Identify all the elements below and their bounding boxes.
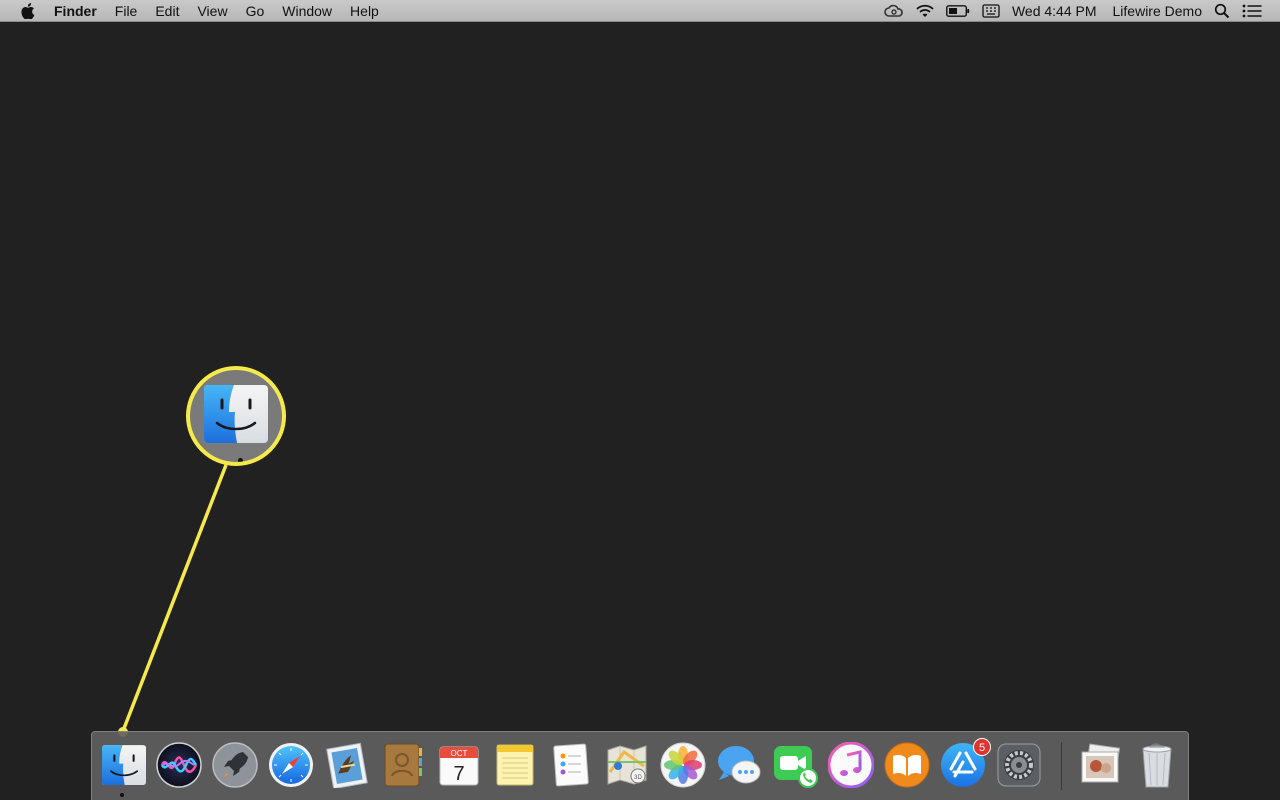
svg-text:3D: 3D (634, 775, 642, 781)
calendar-icon: OCT 7 (439, 746, 479, 786)
dock-safari[interactable] (267, 741, 315, 789)
dock-preview[interactable] (1077, 741, 1125, 789)
photos-flower-icon (660, 742, 706, 788)
dock-ibooks[interactable] (883, 741, 931, 789)
dock-maps[interactable]: 3D (603, 741, 651, 789)
dock-facetime[interactable] (771, 741, 819, 789)
running-indicator (120, 793, 124, 797)
dock: OCT 7 3D 5 (91, 731, 1189, 800)
maps-icon: 3D (607, 745, 647, 785)
dock-photos[interactable] (659, 741, 707, 789)
dock-app-store[interactable]: 5 (939, 738, 991, 789)
messages-bubble-icon (718, 746, 761, 784)
dock-mail[interactable] (323, 741, 371, 789)
dock-itunes[interactable] (827, 741, 875, 789)
running-indicator (238, 458, 243, 462)
facetime-camera-icon (774, 746, 818, 788)
calendar-day: 7 (453, 763, 464, 785)
itunes-music-note-icon (828, 742, 874, 788)
app-store-update-badge: 5 (973, 738, 991, 756)
mail-stamp-icon (326, 742, 368, 788)
notes-icon (496, 744, 534, 786)
trash-can-icon (1142, 743, 1172, 788)
finder-zoom-callout (186, 366, 286, 466)
dock-finder[interactable] (100, 741, 148, 797)
gear-icon (997, 743, 1041, 787)
dock-notes[interactable] (491, 741, 539, 789)
contacts-book-icon (384, 743, 422, 787)
dock-launchpad[interactable] (211, 741, 259, 789)
dock-system-preferences[interactable] (995, 741, 1043, 789)
ibooks-icon (884, 742, 930, 788)
dock-separator (1061, 742, 1062, 790)
calendar-month: OCT (451, 749, 468, 758)
reminders-icon (553, 743, 589, 787)
dock-reminders[interactable] (547, 741, 595, 789)
finder-icon (102, 745, 146, 785)
dock-messages[interactable] (715, 741, 763, 789)
siri-icon (156, 742, 202, 788)
dock-siri[interactable] (155, 741, 203, 789)
preview-photos-icon (1081, 743, 1121, 783)
dock-trash[interactable] (1133, 741, 1181, 789)
launchpad-rocket-icon (212, 742, 258, 788)
dock-contacts[interactable] (379, 741, 427, 789)
dock-calendar[interactable]: OCT 7 (435, 741, 483, 789)
finder-icon (204, 385, 268, 443)
safari-compass-icon (269, 743, 313, 787)
